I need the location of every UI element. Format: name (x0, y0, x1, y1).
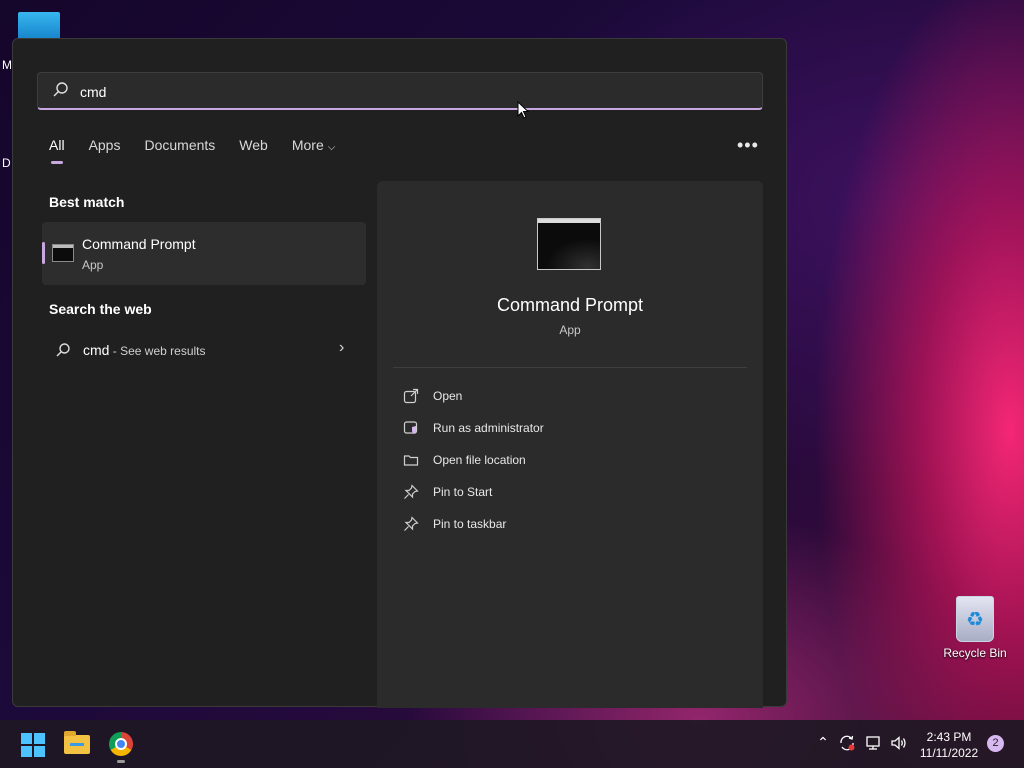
chevron-down-icon: ⌵ (327, 142, 336, 153)
action-pin-to-start[interactable]: Pin to Start (403, 483, 703, 503)
tab-label: All (49, 137, 65, 153)
network-icon[interactable] (865, 734, 883, 752)
windows-logo-tile (34, 746, 45, 757)
chevron-up-icon[interactable]: ⌃ (814, 734, 832, 752)
open-icon (403, 388, 419, 404)
chrome-button[interactable] (107, 730, 135, 763)
detail-pane: Command Prompt App Open Run as administr… (377, 181, 763, 708)
action-label: Run as administrator (433, 421, 544, 435)
start-button[interactable] (20, 730, 48, 758)
web-query-text: cmd (83, 342, 110, 358)
running-indicator (117, 760, 125, 763)
clock[interactable]: 2:43 PM 11/11/2022 (912, 729, 986, 761)
windows-logo-tile (34, 733, 45, 744)
sync-icon[interactable] (838, 734, 856, 752)
recycle-bin[interactable]: Recycle Bin (940, 596, 1010, 660)
tab-documents[interactable]: Documents (144, 137, 215, 163)
web-query: cmd - See web results (83, 342, 206, 358)
web-search-result[interactable]: cmd - See web results › (49, 339, 359, 363)
mouse-cursor-icon (517, 101, 529, 119)
detail-title: Command Prompt (496, 295, 644, 315)
filter-tabs: All Apps Documents Web More ⌵ (49, 137, 359, 164)
search-icon (56, 343, 70, 357)
action-open[interactable]: Open (403, 387, 703, 407)
action-run-as-administrator[interactable]: Run as administrator (403, 419, 703, 439)
pin-icon (404, 516, 419, 531)
search-icon (53, 82, 68, 97)
selection-indicator (42, 242, 45, 264)
tab-label: Documents (144, 137, 216, 153)
pin-icon (404, 484, 419, 499)
chrome-icon (109, 732, 133, 756)
tab-label: More (291, 137, 324, 153)
search-web-heading: Search the web (49, 301, 152, 317)
file-explorer-button[interactable] (63, 730, 91, 758)
folder-icon (64, 731, 90, 754)
command-prompt-large-icon (537, 218, 601, 270)
more-options-button[interactable]: ••• (737, 135, 759, 156)
action-label: Open (433, 389, 463, 403)
command-prompt-icon (52, 244, 74, 262)
desktop-icon-label: D (2, 156, 11, 170)
clock-date: 11/11/2022 (919, 746, 979, 760)
search-input[interactable] (78, 80, 722, 104)
volume-icon[interactable] (890, 734, 908, 752)
recycle-bin-icon (956, 596, 994, 642)
notification-badge[interactable]: 2 (987, 735, 1004, 752)
tab-label: Web (239, 137, 268, 153)
windows-logo-tile (21, 746, 32, 757)
search-box[interactable] (37, 72, 763, 110)
desktop-icon[interactable] (18, 12, 60, 40)
action-pin-to-taskbar[interactable]: Pin to taskbar (403, 515, 703, 535)
search-panel: All Apps Documents Web More⌵ ••• Best ma… (12, 38, 787, 708)
action-open-file-location[interactable]: Open file location (403, 451, 703, 471)
best-match-heading: Best match (49, 194, 125, 210)
recycle-bin-label: Recycle Bin (943, 646, 1007, 660)
best-match-result[interactable]: Command Prompt App (42, 222, 366, 285)
tab-more[interactable]: More ⌵ (292, 137, 336, 163)
windows-logo-tile (21, 733, 32, 744)
action-label: Pin to Start (433, 485, 493, 499)
web-query-suffix: - See web results (109, 344, 206, 358)
shield-admin-icon (403, 421, 418, 434)
action-label: Open file location (433, 453, 526, 467)
desktop-icon-label: M (2, 58, 12, 72)
tab-all[interactable]: All (49, 137, 65, 164)
tab-web[interactable]: Web (239, 137, 268, 163)
tab-apps[interactable]: Apps (89, 137, 121, 163)
clock-time: 2:43 PM (926, 730, 972, 744)
detail-subtitle: App (559, 323, 581, 337)
tab-label: Apps (88, 137, 121, 153)
result-subtitle: App (82, 258, 104, 272)
chevron-right-icon: › (339, 339, 345, 356)
result-title: Command Prompt (82, 236, 196, 252)
action-label: Pin to taskbar (433, 517, 507, 531)
divider (393, 367, 747, 368)
folder-icon (403, 455, 419, 466)
